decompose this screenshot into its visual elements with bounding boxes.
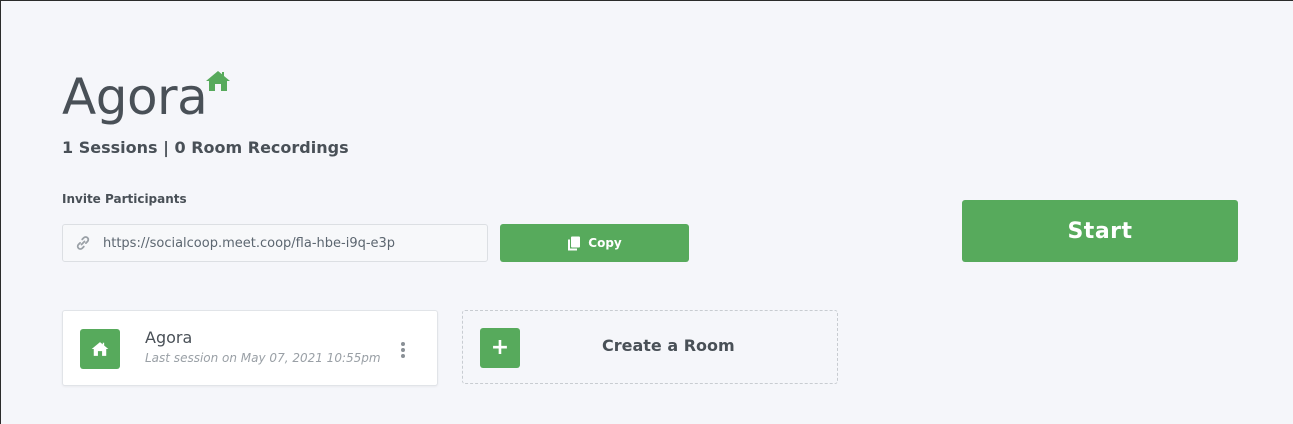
home-icon [206, 71, 230, 91]
home-icon [91, 342, 109, 356]
room-stats: 1 Sessions | 0 Room Recordings [62, 138, 349, 157]
plus-icon: + [480, 328, 520, 368]
create-room-button[interactable]: + Create a Room [462, 310, 838, 384]
invite-url-input[interactable] [103, 235, 473, 251]
page-title: Agora [62, 68, 208, 126]
link-icon [76, 236, 90, 250]
copy-button[interactable]: Copy [500, 224, 689, 262]
copy-button-label: Copy [588, 236, 622, 250]
start-button[interactable]: Start [962, 200, 1238, 262]
room-card-icon [80, 329, 120, 369]
invite-label: Invite Participants [62, 192, 187, 206]
room-card[interactable]: Agora Last session on May 07, 2021 10:55… [62, 310, 438, 386]
room-card-name: Agora [145, 328, 193, 347]
invite-url-field[interactable] [62, 224, 488, 262]
copy-icon [568, 236, 581, 250]
create-room-label: Create a Room [602, 336, 735, 355]
room-card-last-session: Last session on May 07, 2021 10:55pm [145, 351, 381, 365]
vertical-ellipsis-icon[interactable] [397, 340, 409, 360]
